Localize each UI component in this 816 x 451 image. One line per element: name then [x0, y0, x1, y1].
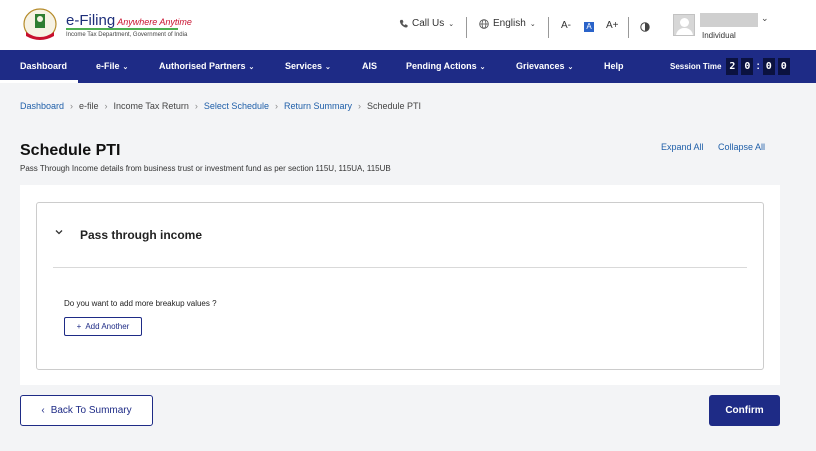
breadcrumb-income-tax-return: Income Tax Return	[113, 101, 189, 111]
session-digit: 2	[726, 58, 739, 75]
chevron-right-icon: ›	[358, 101, 361, 111]
header-divider	[466, 17, 467, 38]
nav-pending-actions[interactable]: Pending Actions ⌄	[406, 61, 486, 71]
page-title: Schedule PTI	[20, 142, 121, 159]
chevron-down-icon[interactable]	[55, 228, 63, 236]
user-name-redacted	[700, 13, 758, 27]
header: e-Filing Anywhere Anytime Income Tax Depa…	[0, 0, 816, 50]
contrast-icon[interactable]	[640, 22, 650, 32]
header-divider	[628, 17, 629, 38]
chevron-down-icon: ⌄	[325, 64, 331, 71]
language-label: English	[493, 18, 526, 29]
breadcrumb-schedule-pti: Schedule PTI	[367, 101, 422, 111]
call-us-label: Call Us	[412, 18, 445, 29]
avatar[interactable]	[673, 14, 695, 36]
chevron-down-icon: ⌄	[122, 64, 129, 71]
schedule-card: Pass through income Do you want to add m…	[20, 185, 780, 385]
nav-dashboard[interactable]: Dashboard	[20, 61, 67, 71]
chevron-left-icon: ‹	[41, 405, 45, 416]
nav-efile[interactable]: e-File ⌄	[96, 61, 128, 71]
national-emblem-icon	[23, 8, 57, 40]
font-normal-button[interactable]: A	[584, 22, 594, 32]
call-us-menu[interactable]: Call Us ⌄	[399, 18, 454, 29]
chevron-down-icon: ⌄	[248, 64, 255, 71]
confirm-button[interactable]: Confirm	[709, 395, 780, 426]
brand-tagline: Anywhere Anytime	[117, 17, 192, 27]
breadcrumb-return-summary[interactable]: Return Summary	[284, 101, 352, 111]
expand-all-link[interactable]: Expand All	[661, 142, 704, 152]
globe-icon	[479, 18, 489, 29]
nav-grievances[interactable]: Grievances ⌄	[516, 61, 573, 71]
brand-subtitle: Income Tax Department, Government of Ind…	[66, 32, 188, 38]
nav-ais[interactable]: AIS	[362, 61, 377, 71]
pass-through-income-section: Pass through income Do you want to add m…	[36, 202, 764, 370]
main-nav: Dashboard e-File ⌄ Authorised Partners ⌄ S…	[0, 50, 816, 83]
chevron-down-icon: ⌄	[479, 64, 486, 71]
language-selector[interactable]: English ⌄	[479, 18, 536, 29]
back-to-summary-button[interactable]: ‹ Back To Summary	[20, 395, 153, 426]
add-another-button[interactable]: + Add Another	[64, 317, 142, 336]
session-colon: :	[756, 61, 760, 72]
brand-underline	[66, 28, 178, 30]
chevron-down-icon: ⌄	[529, 20, 536, 28]
breakup-question: Do you want to add more breakup values ?	[64, 299, 217, 308]
session-timer: Session Time 2 0 : 0 0	[670, 58, 790, 75]
user-menu-chevron-icon[interactable]: ⌄	[761, 13, 769, 24]
phone-icon	[399, 19, 408, 28]
session-digit: 0	[741, 58, 754, 75]
page-description: Pass Through Income details from busines…	[20, 164, 391, 173]
session-digit: 0	[762, 58, 775, 75]
brand-title: e-Filing Anywhere Anytime	[66, 12, 192, 29]
add-another-label: Add Another	[85, 322, 130, 331]
breadcrumb: Dashboard › e-file › Income Tax Return ›…	[20, 101, 421, 111]
session-digit: 0	[777, 58, 790, 75]
font-increase-button[interactable]: A+	[606, 20, 619, 31]
breadcrumb-efile: e-file	[79, 101, 99, 111]
efiling-logo[interactable]: e-Filing Anywhere Anytime Income Tax Depa…	[20, 6, 192, 44]
chevron-right-icon: ›	[104, 101, 108, 111]
header-divider	[548, 17, 549, 38]
user-role: Individual	[702, 31, 736, 40]
chevron-down-icon: ⌄	[567, 64, 574, 71]
chevron-right-icon: ›	[274, 101, 278, 111]
avatar-head	[680, 18, 689, 27]
nav-services[interactable]: Services ⌄	[285, 61, 331, 71]
chevron-right-icon: ›	[70, 101, 74, 111]
chevron-down-icon: ⌄	[448, 20, 455, 28]
back-to-summary-label: Back To Summary	[50, 405, 132, 416]
breadcrumb-dashboard[interactable]: Dashboard	[20, 101, 64, 111]
avatar-body	[676, 28, 693, 35]
font-decrease-button[interactable]: A-	[561, 20, 571, 31]
plus-icon: +	[76, 322, 82, 331]
nav-authorised-partners[interactable]: Authorised Partners ⌄	[159, 61, 254, 71]
nav-help[interactable]: Help	[604, 61, 624, 71]
session-label: Session Time	[670, 62, 722, 71]
section-divider	[53, 267, 747, 268]
collapse-all-link[interactable]: Collapse All	[718, 142, 765, 152]
breadcrumb-select-schedule[interactable]: Select Schedule	[204, 101, 269, 111]
section-title[interactable]: Pass through income	[80, 228, 202, 242]
nav-active-indicator	[0, 80, 78, 83]
chevron-right-icon: ›	[194, 101, 198, 111]
